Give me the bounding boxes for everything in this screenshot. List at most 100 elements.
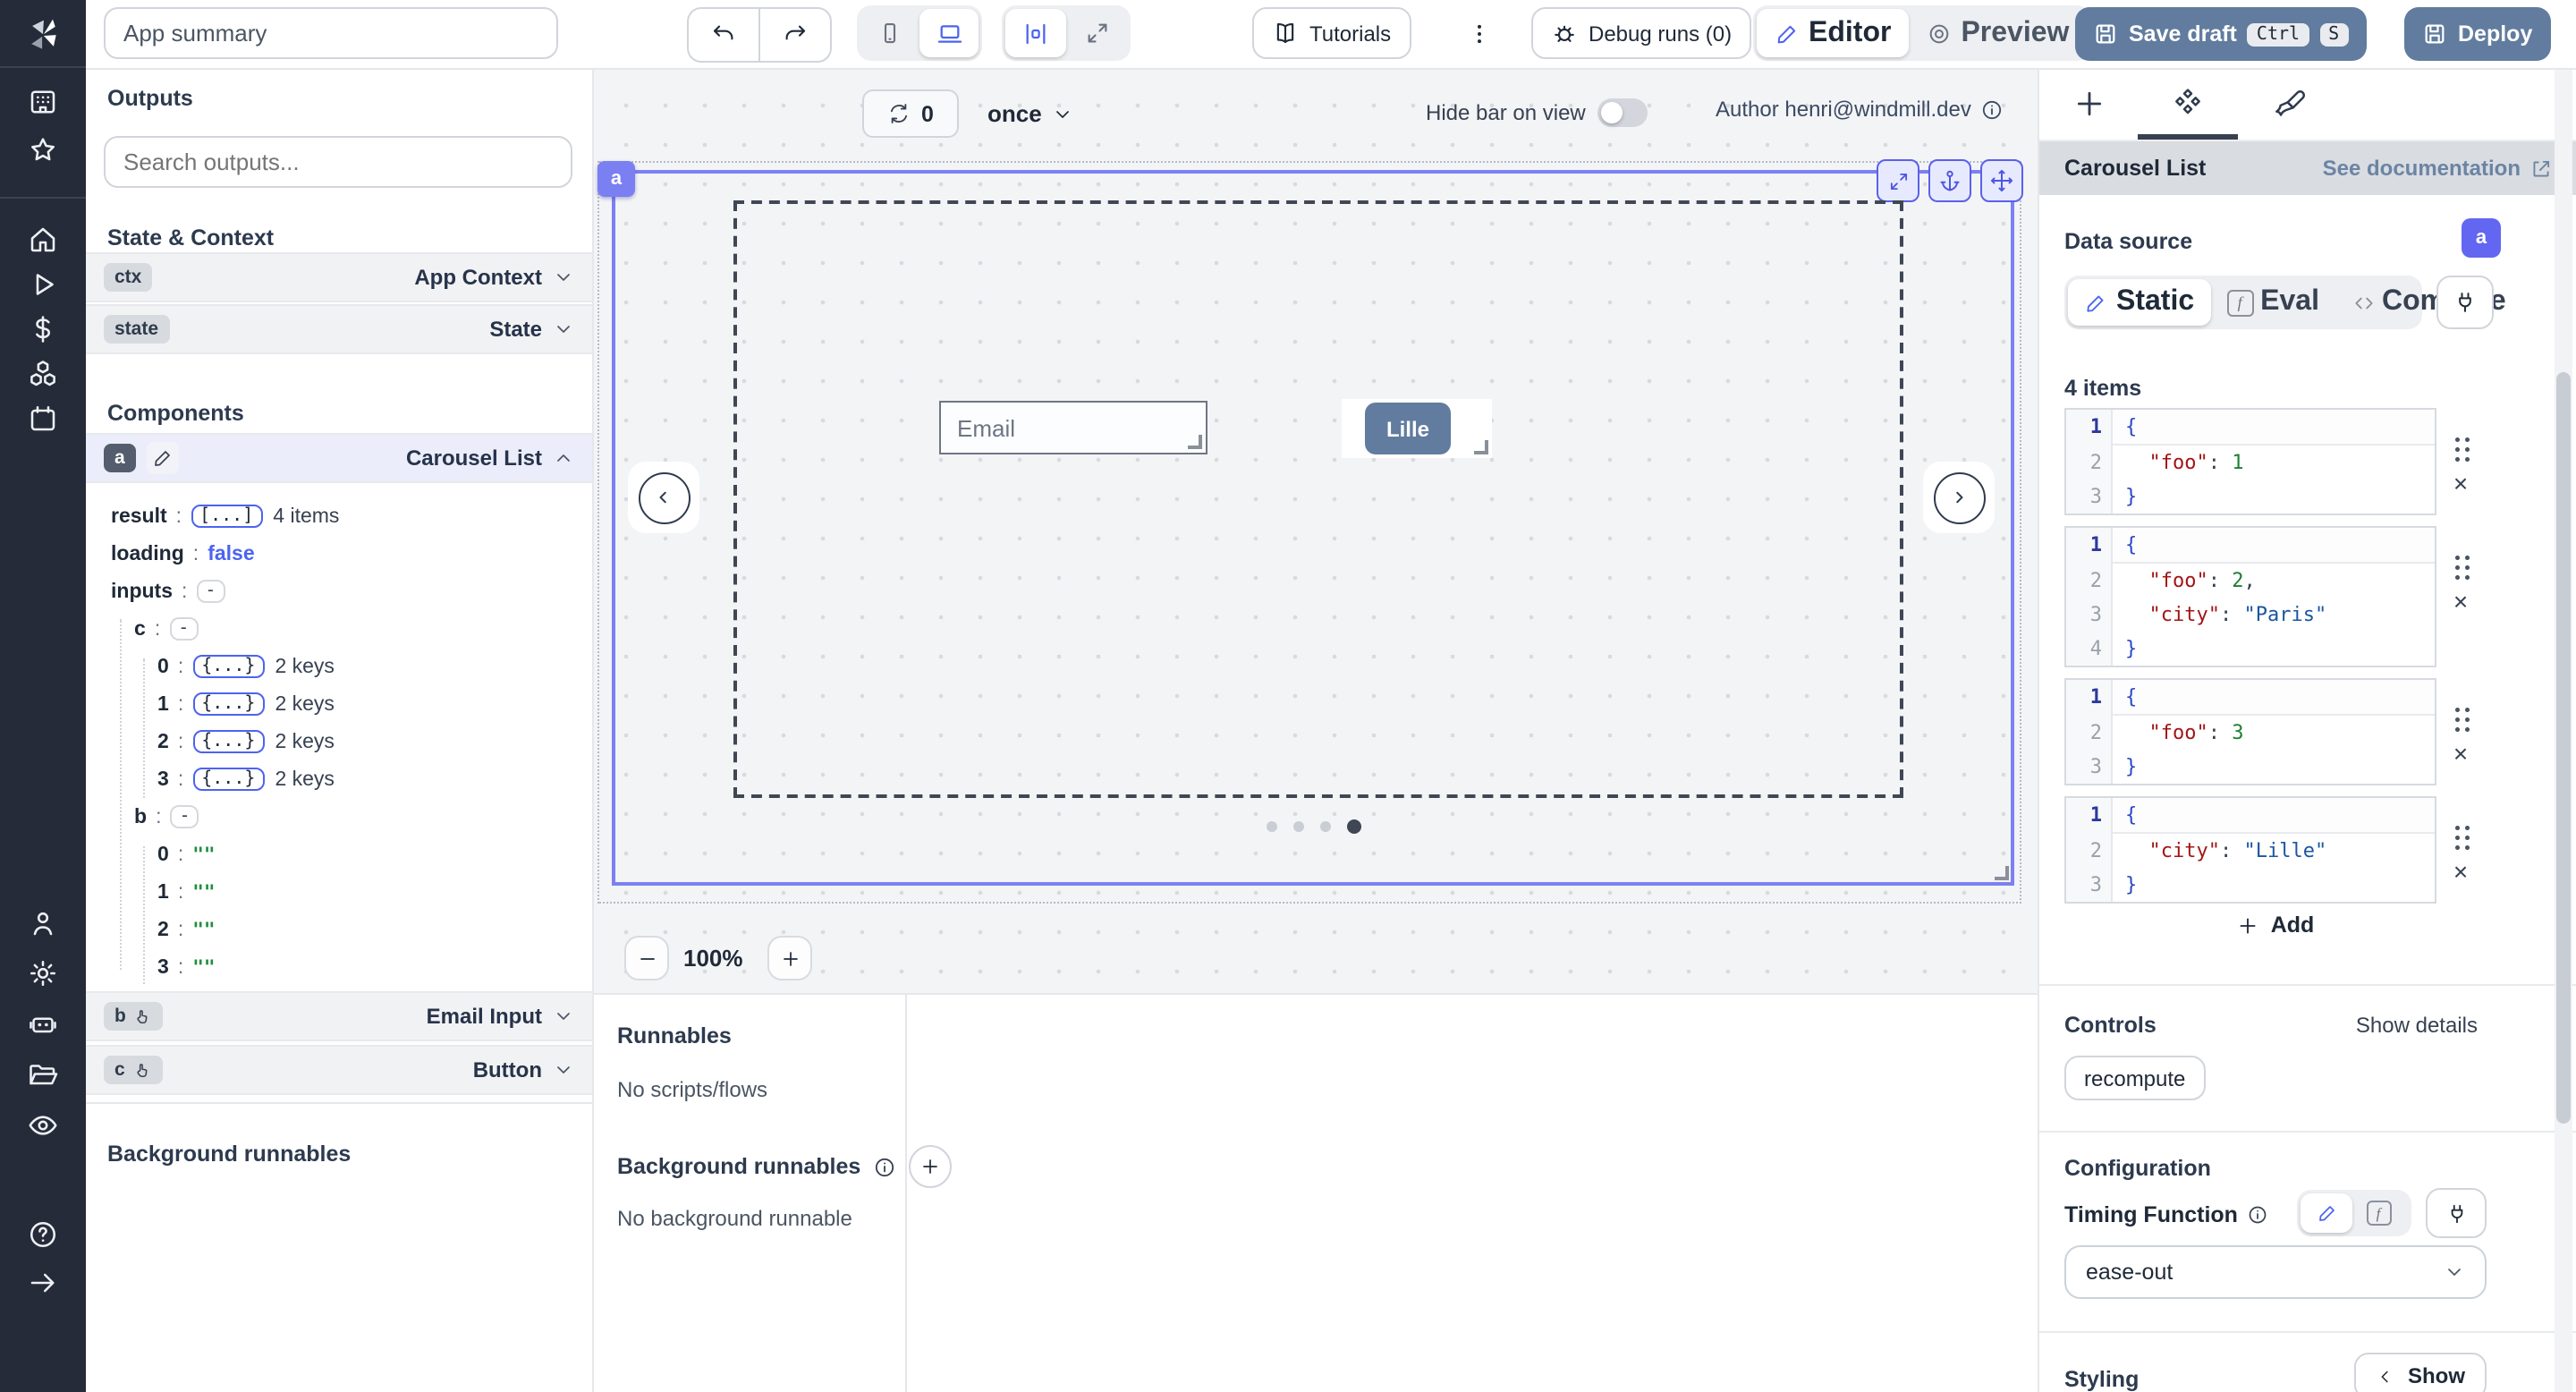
expand-badge[interactable]: {...} [192,768,264,791]
redo-button[interactable] [760,9,830,61]
editor-tab[interactable]: Editor [1757,9,1909,57]
component-b-row[interactable]: b Email Input [86,991,592,1041]
info-icon[interactable] [2247,1204,2268,1226]
tree-row-3[interactable]: 3:"" [86,948,592,986]
chevron-up-icon[interactable] [553,447,574,469]
ctx-row[interactable]: ctx App Context [86,252,592,302]
carousel-item-editor-3[interactable]: 1{2 "city": "Lille"3} [2064,796,2436,904]
tree-row-b[interactable]: b:- [86,798,592,836]
chevron-down-icon[interactable] [553,1059,574,1081]
workers-robot-icon[interactable] [27,1007,59,1040]
tree-row-inputs[interactable]: inputs:- [86,573,592,610]
carousel-button-component[interactable]: Lille [1365,403,1451,454]
chevron-down-icon[interactable] [553,1006,574,1027]
tree-row-2[interactable]: 2:{...}2 keys [86,723,592,760]
chevron-down-icon[interactable] [553,267,574,288]
selected-component-tag[interactable]: a [597,161,635,197]
search-outputs-input[interactable] [104,136,572,188]
recompute-button[interactable]: recompute [2064,1056,2205,1100]
carousel-dot-1[interactable] [1292,821,1303,832]
tree-row-3[interactable]: 3:{...}2 keys [86,760,592,798]
fullscreen-layout-button[interactable] [1066,9,1127,57]
audit-eye-icon[interactable] [27,1109,59,1142]
expand-badge[interactable]: [...] [191,505,262,528]
carousel-next-button[interactable] [1933,471,1985,523]
home-icon[interactable] [27,224,59,256]
zoom-out-button[interactable] [624,936,669,980]
carousel-dot-2[interactable] [1319,821,1330,832]
remove-item-icon[interactable]: × [2453,861,2468,882]
tutorials-button[interactable]: Tutorials [1252,7,1411,59]
folders-icon[interactable] [27,1059,59,1091]
connect-plug-button[interactable] [2436,276,2494,329]
expand-badge[interactable]: {...} [192,730,264,753]
rename-pencil-icon[interactable] [147,442,179,474]
resize-handle[interactable] [1474,440,1488,454]
undo-button[interactable] [689,9,760,61]
drag-handle-icon[interactable] [2451,821,2470,850]
insert-component-tab[interactable] [2072,86,2107,122]
drag-handle-icon[interactable] [2451,551,2470,580]
drag-handle-icon[interactable] [2451,433,2470,462]
remove-item-icon[interactable]: × [2453,590,2468,612]
mode-static[interactable]: Static [2068,279,2210,326]
variables-dollar-icon[interactable] [27,313,59,345]
mobile-view-button[interactable] [860,9,919,57]
settings-components-tab[interactable] [2170,86,2206,122]
timing-static-mode[interactable] [2301,1193,2352,1233]
help-question-icon[interactable] [27,1218,59,1251]
state-row[interactable]: state State [86,304,592,354]
tree-row-c[interactable]: c:- [86,610,592,648]
expand-badge[interactable]: {...} [192,692,264,716]
styling-show-button[interactable]: Show [2354,1353,2487,1392]
resources-cubes-icon[interactable] [27,358,59,390]
tree-row-2[interactable]: 2:"" [86,911,592,948]
debug-runs-button[interactable]: Debug runs (0) [1531,7,1751,59]
centered-layout-button[interactable] [1005,9,1066,57]
component-c-row[interactable]: c Button [86,1045,592,1095]
schedules-calendar-icon[interactable] [27,403,59,435]
deploy-button[interactable]: Deploy [2404,7,2550,61]
carousel-item-editor-1[interactable]: 1{2 "foo": 2,3 "city": "Paris"4} [2064,526,2436,667]
favorites-star-icon[interactable] [27,134,59,166]
desktop-view-button[interactable] [919,9,979,57]
timing-function-select[interactable]: ease-out [2064,1245,2487,1299]
resize-handle[interactable] [1188,435,1202,449]
app-summary-input[interactable] [104,7,558,59]
expand-badge[interactable]: {...} [192,655,264,678]
frequency-select[interactable]: once [987,89,1074,138]
expand-icon[interactable] [1877,159,1919,202]
tree-row-loading[interactable]: loading:false [86,535,592,573]
remove-item-icon[interactable]: × [2453,472,2468,494]
preview-tab[interactable]: Preview [1909,9,2087,57]
info-icon[interactable] [873,1155,896,1178]
zoom-in-button[interactable] [767,936,812,980]
carousel-container[interactable] [733,200,1903,798]
show-details-link[interactable]: Show details [2356,1013,2478,1038]
carousel-item-editor-2[interactable]: 1{2 "foo": 33} [2064,678,2436,785]
tree-row-0[interactable]: 0:"" [86,836,592,873]
add-item-button[interactable]: Add [2237,912,2315,938]
component-resize-handle[interactable] [1995,866,2009,880]
runs-play-icon[interactable] [27,268,59,301]
workspace-icon[interactable] [27,86,59,118]
windmill-logo-icon[interactable] [23,16,63,55]
mode-eval[interactable]: f Eval [2210,279,2335,326]
users-person-icon[interactable] [27,907,59,939]
timing-eval-mode[interactable]: f [2352,1193,2404,1233]
mode-compute[interactable]: Compute [2335,279,2522,326]
tree-row-1[interactable]: 1:"" [86,873,592,911]
move-icon[interactable] [1980,159,2023,202]
timing-plug-button[interactable] [2426,1188,2487,1238]
remove-item-icon[interactable]: × [2453,743,2468,764]
tree-row-0[interactable]: 0:{...}2 keys [86,648,592,685]
save-draft-button[interactable]: Save draft Ctrl S [2075,7,2366,61]
component-a-row[interactable]: a Carousel List [86,433,592,483]
add-background-runnable-button[interactable] [909,1145,952,1188]
more-menu-icon[interactable] [1463,14,1496,54]
tree-row-result[interactable]: result:[...]4 items [86,497,592,535]
email-input-component[interactable]: Email [939,401,1208,454]
expand-badge[interactable]: - [169,617,198,641]
settings-gear-icon[interactable] [27,957,59,989]
carousel-item-editor-0[interactable]: 1{2 "foo": 13} [2064,408,2436,515]
